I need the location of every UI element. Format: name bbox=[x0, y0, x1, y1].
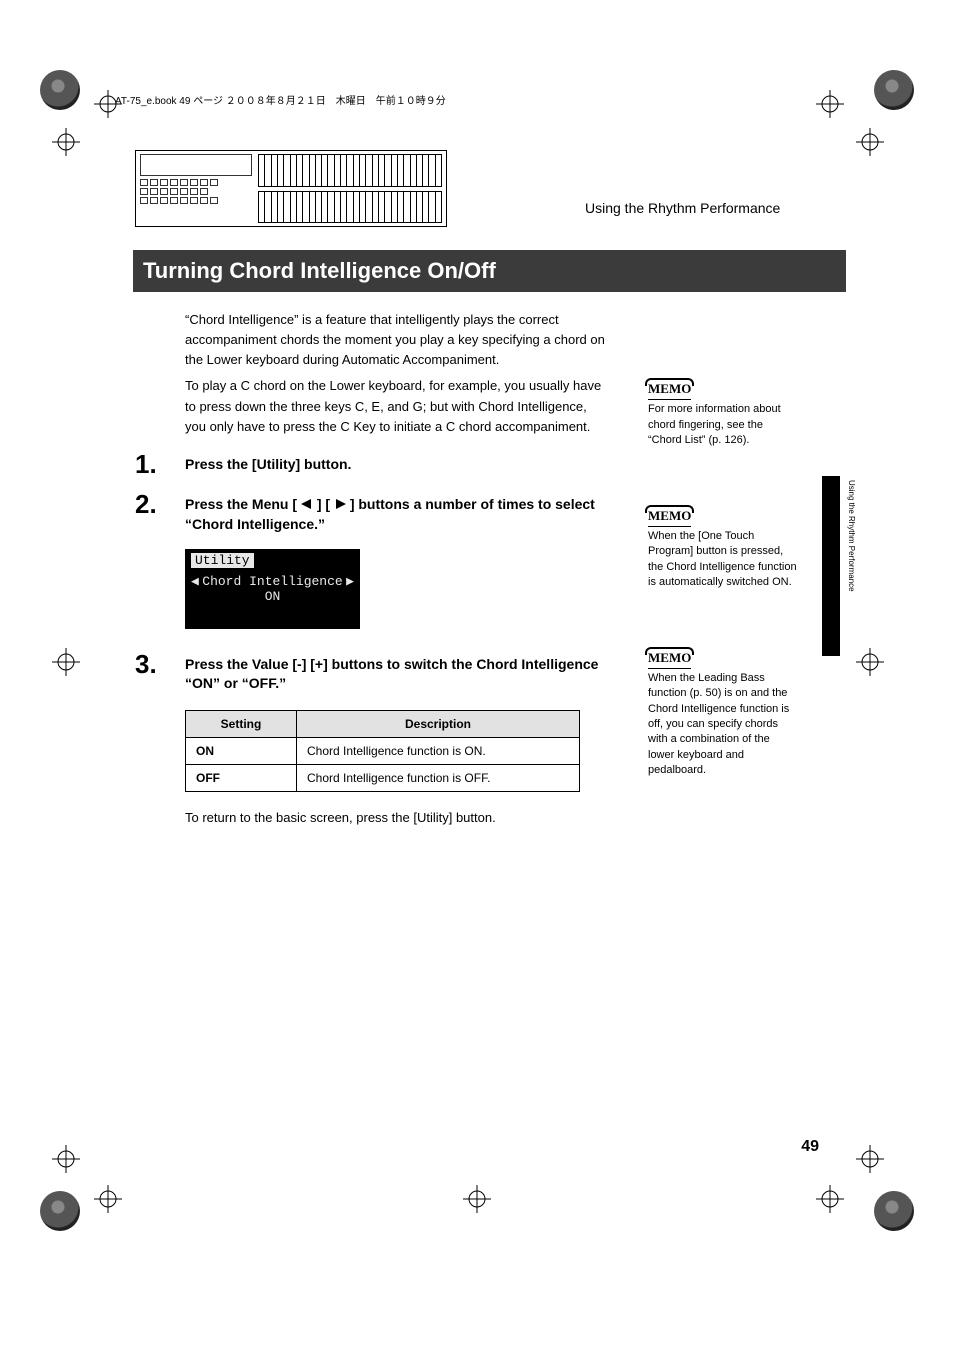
memo-label-icon: MEMO bbox=[648, 649, 691, 667]
page-title: Turning Chord Intelligence On/Off bbox=[133, 250, 846, 292]
table-cell: OFF bbox=[186, 764, 297, 791]
memo-text: When the Leading Bass function (p. 50) i… bbox=[648, 671, 798, 779]
crosshair-icon bbox=[94, 1185, 122, 1213]
registration-dot-icon bbox=[874, 70, 914, 110]
memo-text: For more information about chord fingeri… bbox=[648, 402, 798, 448]
table-cell: Chord Intelligence function is ON. bbox=[297, 737, 580, 764]
keyboard-illustration bbox=[135, 150, 447, 227]
crosshair-icon bbox=[856, 1145, 884, 1173]
lcd-screenshot: Utility ◀ Chord Intelligence ▶ ON bbox=[185, 549, 360, 629]
step-number: 3. bbox=[135, 651, 185, 677]
lcd-line: Chord Intelligence bbox=[202, 574, 342, 589]
memo-block: MEMO When the [One Touch Program] button… bbox=[648, 507, 798, 591]
table-cell: ON bbox=[186, 737, 297, 764]
left-triangle-icon bbox=[301, 495, 313, 515]
table-row: OFF Chord Intelligence function is OFF. bbox=[186, 764, 580, 791]
crosshair-icon bbox=[52, 1145, 80, 1173]
memo-text: When the [One Touch Program] button is p… bbox=[648, 529, 798, 591]
step-2: 2. Press the Menu [ ] [ ] buttons a numb… bbox=[135, 491, 610, 535]
memo-block: MEMO When the Leading Bass function (p. … bbox=[648, 649, 798, 779]
side-tab-label: Using the Rhythm Performance bbox=[847, 480, 856, 592]
page: AT-75_e.book 49 ページ ２００８年８月２１日 木曜日 午前１０時… bbox=[0, 0, 954, 1351]
right-triangle-icon: ▶ bbox=[346, 574, 354, 589]
footer-note: To return to the basic screen, press the… bbox=[185, 810, 610, 825]
crosshair-icon bbox=[816, 1185, 844, 1213]
step-body: Press the Value [-] [+] buttons to switc… bbox=[185, 651, 610, 694]
registration-dot-icon bbox=[40, 70, 80, 110]
table-header-row: Setting Description bbox=[186, 710, 580, 737]
step-body: Press the [Utility] button. bbox=[185, 451, 610, 475]
section-header: Using the Rhythm Performance bbox=[585, 200, 780, 216]
lcd-value: ON bbox=[191, 589, 354, 604]
step-number: 2. bbox=[135, 491, 185, 517]
crosshair-icon bbox=[856, 648, 884, 676]
step-3: 3. Press the Value [-] [+] buttons to sw… bbox=[135, 651, 610, 694]
crosshair-icon bbox=[52, 648, 80, 676]
intro-text: “Chord Intelligence” is a feature that i… bbox=[185, 310, 610, 437]
file-header-text: AT-75_e.book 49 ページ ２００８年８月２１日 木曜日 午前１０時… bbox=[115, 92, 446, 107]
table-row: ON Chord Intelligence function is ON. bbox=[186, 737, 580, 764]
registration-dot-icon bbox=[874, 1191, 914, 1231]
right-triangle-icon bbox=[334, 495, 346, 515]
step-number: 1. bbox=[135, 451, 185, 477]
step-1: 1. Press the [Utility] button. bbox=[135, 451, 610, 477]
crosshair-icon bbox=[52, 128, 80, 156]
crosshair-icon bbox=[856, 128, 884, 156]
memo-block: MEMO For more information about chord fi… bbox=[648, 380, 798, 449]
crosshair-icon bbox=[463, 1185, 491, 1213]
table-cell: Chord Intelligence function is OFF. bbox=[297, 764, 580, 791]
step-body: Press the Menu [ ] [ ] buttons a number … bbox=[185, 491, 610, 535]
side-tab bbox=[822, 476, 840, 656]
crosshair-icon bbox=[816, 90, 844, 118]
memo-label-icon: MEMO bbox=[648, 507, 691, 525]
page-number: 49 bbox=[801, 1138, 819, 1156]
table-header: Setting bbox=[186, 710, 297, 737]
intro-paragraph: “Chord Intelligence” is a feature that i… bbox=[185, 310, 610, 370]
main-content: Turning Chord Intelligence On/Off “Chord… bbox=[135, 250, 610, 825]
file-header: AT-75_e.book 49 ページ ２００８年８月２１日 木曜日 午前１０時… bbox=[115, 92, 446, 107]
left-triangle-icon: ◀ bbox=[191, 574, 199, 589]
lcd-title: Utility bbox=[191, 553, 254, 568]
registration-dot-icon bbox=[40, 1191, 80, 1231]
memo-column: MEMO For more information about chord fi… bbox=[648, 380, 798, 837]
memo-label-icon: MEMO bbox=[648, 380, 691, 398]
settings-table: Setting Description ON Chord Intelligenc… bbox=[185, 710, 580, 792]
intro-paragraph: To play a C chord on the Lower keyboard,… bbox=[185, 376, 610, 436]
table-header: Description bbox=[297, 710, 580, 737]
